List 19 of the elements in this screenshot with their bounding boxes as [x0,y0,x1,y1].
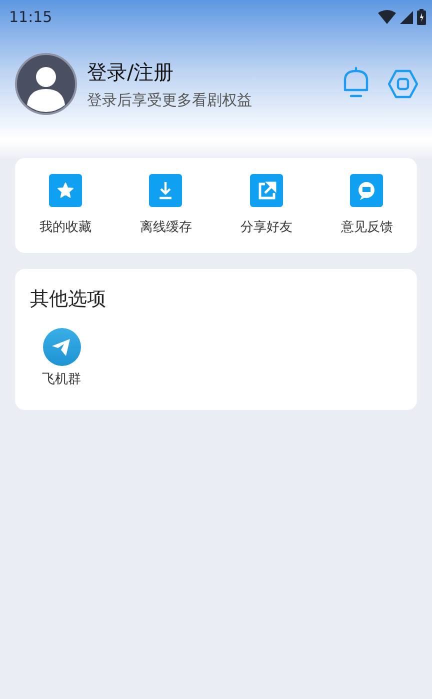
quick-action[interactable]: 我的收藏 [25,174,106,240]
status-time: 11:15 [9,8,52,26]
paper-plane-icon [42,328,80,366]
battery-icon [417,9,426,25]
section-title: 其他选项 [30,287,107,312]
signal-icon [400,10,413,24]
download-icon [149,174,182,207]
login-title[interactable]: 登录/注册 [87,58,342,86]
wifi-icon [378,10,396,24]
quick-action[interactable]: 离线缓存 [126,174,206,240]
quick-action[interactable]: 意见反馈 [326,174,407,240]
chat-icon [350,174,384,207]
bell-icon[interactable] [342,66,370,98]
login-subtitle: 登录后享受更多看剧权益 [87,90,253,110]
option-item[interactable]: 飞机群 [30,328,93,388]
quick-action[interactable]: 分享好友 [226,174,306,240]
share-icon [250,174,283,207]
settings-icon[interactable] [388,69,418,99]
avatar-icon[interactable] [15,53,77,115]
